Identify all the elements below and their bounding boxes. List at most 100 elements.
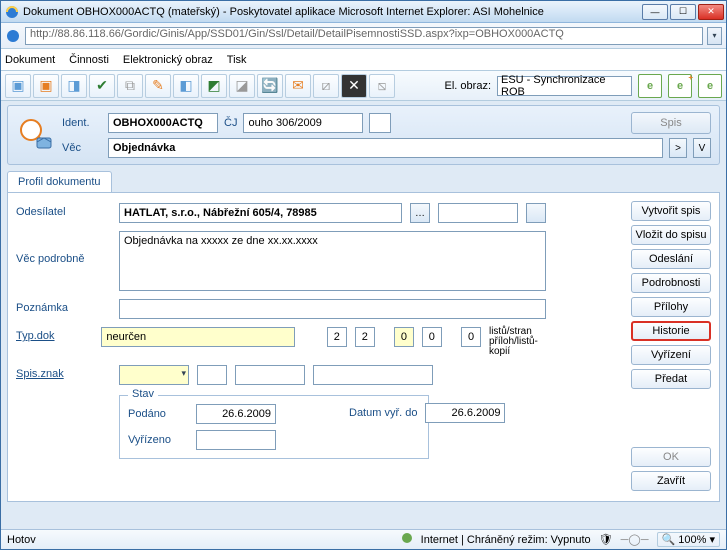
e-button-1[interactable]: e (638, 74, 662, 98)
tab-profil[interactable]: Profil dokumentu (7, 171, 112, 192)
odesilatel-field[interactable]: HATLAT, s.r.o., Nábřežní 605/4, 78985 (119, 203, 402, 223)
prilohy-button[interactable]: Přílohy (631, 297, 711, 317)
podano-label: Podáno (128, 408, 188, 420)
e-button-2[interactable]: e+ (668, 74, 692, 98)
toolbtn-11[interactable]: ✉ (285, 74, 311, 98)
minimize-button[interactable]: — (642, 4, 668, 20)
typdok-label[interactable]: Typ.dok (16, 327, 93, 342)
vyrizeno-date[interactable] (196, 430, 276, 450)
tab-strip: Profil dokumentu (7, 171, 720, 192)
toolbtn-4[interactable]: ✔ (89, 74, 115, 98)
num-field-5[interactable]: 0 (461, 327, 481, 347)
toolbtn-6[interactable]: ✎ (145, 74, 171, 98)
odesilatel-extra-field[interactable] (438, 203, 518, 223)
toolbtn-2[interactable]: ▣ (33, 74, 59, 98)
globe-icon (401, 532, 413, 547)
content: Ident. OBHOX000ACTQ ČJ ouho 306/2009 Spi… (1, 101, 726, 529)
vec-v-button[interactable]: V (693, 138, 711, 158)
spisznak-field-3[interactable] (235, 365, 305, 385)
podano-date[interactable]: 26.6.2009 (196, 404, 276, 424)
podrobnosti-button[interactable]: Podrobnosti (631, 273, 711, 293)
maximize-button[interactable]: ☐ (670, 4, 696, 20)
odesilatel-extra-button[interactable] (526, 203, 546, 223)
odesilatel-label: Odesílatel (16, 203, 111, 218)
typdok-field[interactable]: neurčen (101, 327, 294, 347)
zoom-value: 100% (678, 534, 706, 546)
ident-label: Ident. (62, 117, 102, 129)
ident-rows: Ident. OBHOX000ACTQ ČJ ouho 306/2009 Spi… (62, 112, 711, 158)
elo-label: El. obraz: (445, 80, 491, 92)
vyrizeno-label: Vyřízeno (128, 434, 188, 446)
toolbar: ▣ ▣ ◨ ✔ ⧉ ✎ ◧ ◩ ◪ 🔄 ✉ ⧄ ✕ ⧅ El. obraz: E… (1, 71, 726, 101)
document-icon (16, 115, 56, 155)
num-field-3[interactable]: 0 (394, 327, 414, 347)
predat-button[interactable]: Předat (631, 369, 711, 389)
spisznak-select[interactable] (119, 365, 189, 385)
header-panel: Ident. OBHOX000ACTQ ČJ ouho 306/2009 Spi… (7, 105, 720, 165)
bottom-buttons: OK Zavřít (631, 447, 711, 491)
toolbtn-3[interactable]: ◨ (61, 74, 87, 98)
url-dropdown[interactable]: ▾ (707, 27, 722, 45)
zavrit-button[interactable]: Zavřít (631, 471, 711, 491)
toolbtn-10[interactable]: 🔄 (257, 74, 283, 98)
toolbtn-5[interactable]: ⧉ (117, 74, 143, 98)
statusbar: Hotov Internet | Chráněný režim: Vypnuto… (1, 529, 726, 549)
toolbtn-close[interactable]: ✕ (341, 74, 367, 98)
odeslani-button[interactable]: Odeslání (631, 249, 711, 269)
toolbtn-8[interactable]: ◩ (201, 74, 227, 98)
datumvyr-label: Datum vyř. do (349, 407, 417, 419)
window-title: Dokument OBHOX000ACTQ (mateřský) - Posky… (23, 6, 640, 18)
app-window: Dokument OBHOX000ACTQ (mateřský) - Posky… (0, 0, 727, 550)
poznamka-label: Poznámka (16, 299, 111, 314)
close-button[interactable]: ✕ (698, 4, 724, 20)
cj-extra-field[interactable] (369, 113, 391, 133)
vec-podrobne-label: Věc podrobně (16, 231, 111, 265)
spisznak-field-2[interactable] (197, 365, 227, 385)
vec-podrobne-field[interactable]: Objednávka na xxxxx ze dne xx.xx.xxxx (119, 231, 546, 291)
num-field-2[interactable]: 2 (355, 327, 375, 347)
poznamka-field[interactable] (119, 299, 546, 319)
spis-button[interactable]: Spis (631, 112, 711, 134)
spisznak-field-4[interactable] (313, 365, 433, 385)
odesilatel-lookup-button[interactable]: … (410, 203, 430, 223)
menu-cinnosti[interactable]: Činnosti (69, 54, 109, 66)
menu-eobraz[interactable]: Elektronický obraz (123, 54, 213, 66)
ok-button[interactable]: OK (631, 447, 711, 467)
zoom-level[interactable]: 🔍 100% ▾ (657, 532, 720, 547)
menu-dokument[interactable]: Dokument (5, 54, 55, 66)
stav-title: Stav (128, 388, 158, 400)
status-hotov: Hotov (7, 534, 36, 546)
cj-field[interactable]: ouho 306/2009 (243, 113, 363, 133)
toolbtn-14[interactable]: ⧅ (369, 74, 395, 98)
status-internet: Internet | Chráněný režim: Vypnuto (421, 534, 591, 546)
vec-gt-button[interactable]: > (669, 138, 687, 158)
url-input[interactable]: http://88.86.118.66/Gordic/Ginis/App/SSD… (25, 27, 703, 45)
e-button-3[interactable]: e (698, 74, 722, 98)
spisznak-label[interactable]: Spis.znak (16, 365, 111, 380)
datumvyr-date[interactable]: 26.6.2009 (425, 403, 505, 423)
ident-field[interactable]: OBHOX000ACTQ (108, 113, 218, 133)
listu-label: listů/stran příloh/listů-kopií (489, 327, 546, 357)
menu-tisk[interactable]: Tisk (227, 54, 247, 66)
elo-select[interactable]: ESU - Synchronizace ROB (497, 76, 632, 96)
vyrizeni-button[interactable]: Vyřízení (631, 345, 711, 365)
toolbtn-9[interactable]: ◪ (229, 74, 255, 98)
num-field-1[interactable]: 2 (327, 327, 347, 347)
listu-line2: příloh/listů-kopií (489, 337, 546, 357)
vec-label: Věc (62, 142, 102, 154)
side-buttons: Vytvořit spis Vložit do spisu Odeslání P… (631, 201, 711, 389)
cj-label: ČJ (224, 117, 237, 129)
zoom-slider-icon[interactable]: ─◯─ (621, 533, 649, 546)
vec-field[interactable]: Objednávka (108, 138, 663, 158)
toolbtn-1[interactable]: ▣ (5, 74, 31, 98)
titlebar: Dokument OBHOX000ACTQ (mateřský) - Posky… (1, 1, 726, 23)
toolbtn-7[interactable]: ◧ (173, 74, 199, 98)
menubar: Dokument Činnosti Elektronický obraz Tis… (1, 49, 726, 71)
toolbtn-12[interactable]: ⧄ (313, 74, 339, 98)
vytvorit-spis-button[interactable]: Vytvořit spis (631, 201, 711, 221)
num-field-4[interactable]: 0 (422, 327, 442, 347)
ie-icon (5, 5, 19, 19)
historie-button[interactable]: Historie (631, 321, 711, 341)
vlozit-do-spisu-button[interactable]: Vložit do spisu (631, 225, 711, 245)
tab-body: Vytvořit spis Vložit do spisu Odeslání P… (7, 192, 720, 502)
